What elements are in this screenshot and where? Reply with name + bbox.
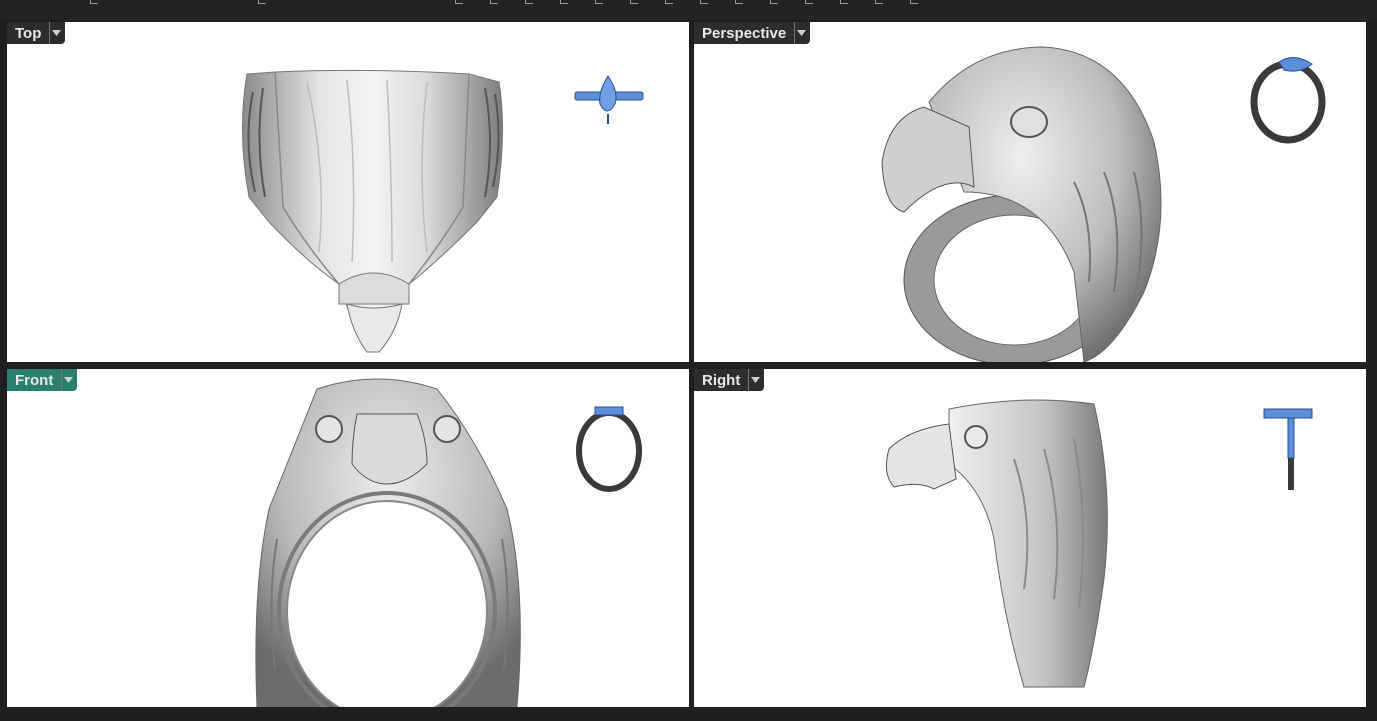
chevron-down-icon[interactable] (794, 22, 808, 44)
ruler-tick (595, 0, 603, 4)
ruler-tick (258, 0, 266, 4)
chevron-down-icon[interactable] (49, 22, 63, 44)
mini-ring-perspective-view (1250, 57, 1326, 144)
viewport-label: Front (15, 371, 54, 389)
ruler-tick (770, 0, 778, 4)
ruler-tick (490, 0, 498, 4)
viewport-right[interactable]: Right (694, 369, 1366, 707)
viewport-label: Top (15, 24, 42, 42)
ruler-tick (560, 0, 568, 4)
viewport-label: Perspective (702, 24, 787, 42)
mini-ring-right-view (1263, 408, 1313, 490)
mini-ring-top-view (574, 75, 644, 124)
ruler-tick (665, 0, 673, 4)
viewport-tab-perspective[interactable]: Perspective (694, 22, 811, 44)
viewport-label: Right (702, 371, 741, 389)
ruler-tick (805, 0, 813, 4)
chevron-down-icon[interactable] (748, 369, 762, 391)
viewport-tab-front[interactable]: Front (7, 369, 78, 391)
viewport-perspective[interactable]: Perspective (694, 22, 1366, 362)
ruler-tick (455, 0, 463, 4)
ruler-tick (840, 0, 848, 4)
ruler-tick (525, 0, 533, 4)
viewport-front[interactable]: Front (7, 369, 689, 707)
mini-ring-front-view (576, 406, 642, 492)
ruler-tick (875, 0, 883, 4)
viewport-top[interactable]: Top (7, 22, 689, 362)
viewport-tab-top[interactable]: Top (7, 22, 66, 44)
viewport-tab-right[interactable]: Right (694, 369, 765, 391)
ruler-tick (910, 0, 918, 4)
ruler-tick (90, 0, 98, 4)
top-toolbar-strip (0, 0, 1377, 20)
ruler-tick (630, 0, 638, 4)
ruler-tick (735, 0, 743, 4)
chevron-down-icon[interactable] (61, 369, 75, 391)
ruler-tick (700, 0, 708, 4)
